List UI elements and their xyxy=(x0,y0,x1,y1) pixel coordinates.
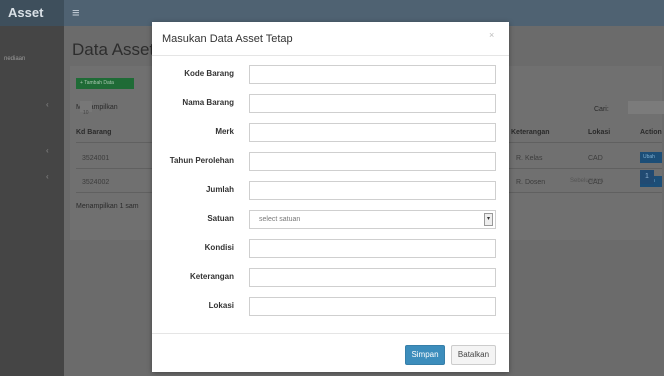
satuan-label: Satuan xyxy=(207,214,234,223)
cell-keterangan: R. Dosen xyxy=(516,179,546,186)
pager-page-1[interactable]: 1 xyxy=(640,170,654,184)
save-button[interactable]: Simpan xyxy=(405,345,445,365)
nama-barang-label: Nama Barang xyxy=(182,98,234,107)
keterangan-label: Keterangan xyxy=(189,272,234,281)
kode-barang-input[interactable] xyxy=(249,65,496,84)
jumlah-label: Jumlah xyxy=(205,185,234,194)
cell-kd-barang: 3524001 xyxy=(82,155,110,162)
sidebar: nediaan ‹ ‹ ‹ xyxy=(0,26,64,376)
modal-header-divider xyxy=(152,55,509,56)
edit-button-label: Ubah xyxy=(643,154,655,160)
kondisi-label: Kondisi xyxy=(204,243,234,252)
brand-logo[interactable]: Asset xyxy=(0,0,64,26)
nama-barang-input[interactable] xyxy=(249,94,496,113)
modal-title: Masukan Data Asset Tetap xyxy=(162,33,293,45)
search-input[interactable] xyxy=(628,101,664,114)
cell-keterangan: R. Kelas xyxy=(516,155,543,162)
jumlah-input[interactable] xyxy=(249,181,496,200)
merk-input[interactable] xyxy=(249,123,496,142)
cell-kd-barang: 3524002 xyxy=(82,179,110,186)
cell-lokasi: CAD xyxy=(588,155,603,162)
sidebar-item-persediaan[interactable]: nediaan xyxy=(0,56,64,62)
satuan-select-value: select satuan xyxy=(259,216,301,223)
col-lokasi[interactable]: Lokasi xyxy=(588,129,610,136)
chevron-left-icon[interactable]: ‹ xyxy=(46,172,49,181)
add-asset-modal: Masukan Data Asset Tetap × Kode Barang N… xyxy=(152,22,509,372)
tahun-perolehan-input[interactable] xyxy=(249,152,496,171)
search-label: Cari: xyxy=(594,106,609,113)
satuan-select[interactable]: select satuan ▾ xyxy=(249,210,496,229)
kode-barang-label: Kode Barang xyxy=(184,69,234,78)
col-kd-barang[interactable]: Kd Barang xyxy=(76,129,111,136)
lokasi-input[interactable] xyxy=(249,297,496,316)
hamburger-icon[interactable]: ≡ xyxy=(72,5,80,20)
pager-previous[interactable]: Sebelumnya xyxy=(570,178,603,184)
chevron-left-icon[interactable]: ‹ xyxy=(46,146,49,155)
modal-footer-divider xyxy=(152,333,509,334)
kondisi-input[interactable] xyxy=(249,239,496,258)
chevron-down-icon[interactable]: ▾ xyxy=(484,213,493,226)
lokasi-label: Lokasi xyxy=(208,301,234,310)
add-data-button[interactable]: + Tambah Data xyxy=(76,78,134,89)
col-action[interactable]: Action xyxy=(640,129,662,136)
show-entries-select[interactable]: 10 xyxy=(80,101,92,116)
merk-label: Merk xyxy=(215,127,234,136)
chevron-left-icon[interactable]: ‹ xyxy=(46,100,49,109)
tahun-perolehan-label: Tahun Perolehan xyxy=(169,156,234,165)
edit-button[interactable]: Ubah xyxy=(640,152,662,163)
show-entries-value: 10 xyxy=(83,110,89,116)
col-keterangan[interactable]: Keterangan xyxy=(511,129,550,136)
cancel-button[interactable]: Batalkan xyxy=(451,345,496,365)
keterangan-input[interactable] xyxy=(249,268,496,287)
table-info: Menampilkan 1 sam xyxy=(76,203,139,210)
close-icon[interactable]: × xyxy=(489,30,494,40)
